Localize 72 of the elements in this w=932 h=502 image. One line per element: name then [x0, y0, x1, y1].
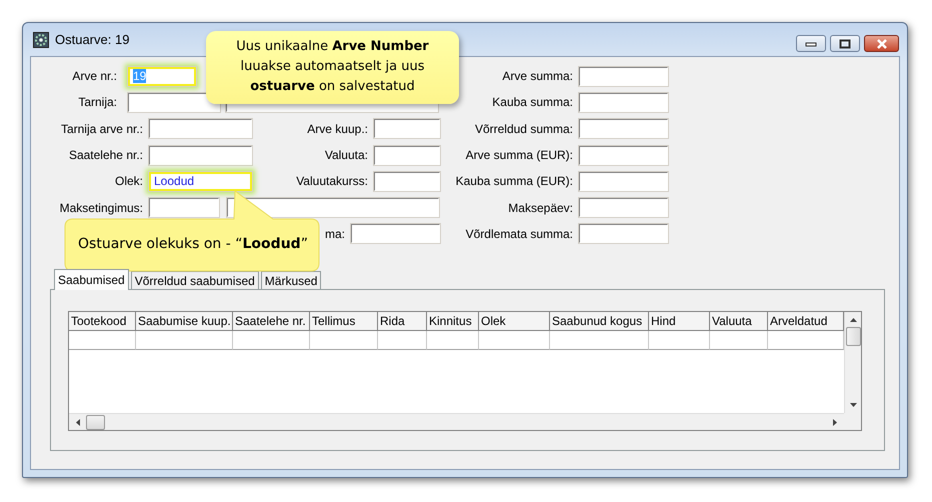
horizontal-scrollbar[interactable]: [69, 413, 844, 430]
column-header[interactable]: Kinnitus: [427, 312, 479, 332]
minimize-button[interactable]: [796, 35, 826, 52]
input-field[interactable]: [578, 66, 669, 87]
table-cell: [427, 331, 479, 350]
column-header[interactable]: Rida: [378, 312, 427, 332]
column-header[interactable]: Arveldatud: [768, 312, 844, 332]
field-label: Võrdlemata summa:: [464, 226, 573, 241]
input-field[interactable]: [148, 144, 253, 166]
field-label: Tarnija arve nr.:: [60, 122, 143, 136]
input-field[interactable]: [148, 197, 220, 218]
field-label: Maksetingimus:: [58, 200, 143, 215]
input-field[interactable]: [148, 118, 253, 140]
field-label: Valuutakurss:: [296, 174, 368, 188]
close-button[interactable]: [864, 35, 899, 52]
close-icon: [876, 38, 888, 48]
tab[interactable]: Võrreldud saabumised: [130, 271, 259, 290]
table-cell: [378, 331, 427, 350]
column-header[interactable]: Saabumise kuup.: [136, 312, 233, 332]
column-header[interactable]: Saabunud kogus: [550, 312, 649, 332]
input-field[interactable]: [373, 118, 441, 140]
scrollbar-thumb[interactable]: [86, 414, 105, 430]
field-label: Saatelehe nr.:: [68, 148, 143, 162]
left-arrow-icon[interactable]: [75, 418, 81, 427]
table-cell: [69, 331, 136, 350]
maximize-button[interactable]: [830, 35, 860, 52]
tab[interactable]: Märkused: [260, 271, 322, 290]
field-label: Võrreldud summa:: [474, 122, 573, 136]
maximize-icon: [839, 38, 851, 48]
table-cell: [710, 331, 768, 350]
input-field[interactable]: [373, 170, 441, 192]
field-label: Arve kuup.:: [307, 122, 368, 136]
right-arrow-icon[interactable]: [832, 418, 838, 427]
column-header[interactable]: Tellimus: [310, 312, 378, 332]
field-label: Olek:: [114, 174, 143, 188]
table-cell: [310, 331, 378, 350]
input-field[interactable]: [578, 170, 669, 192]
field-label: Kauba summa:: [491, 95, 573, 110]
column-header[interactable]: Hind: [649, 312, 710, 332]
field-label: Arve summa (EUR):: [464, 148, 573, 162]
minimize-icon: [805, 40, 817, 46]
input-field[interactable]: [578, 92, 669, 113]
field-label: Valuuta:: [324, 148, 368, 162]
window-title: Ostuarve: 19: [55, 32, 130, 47]
table-cell: [479, 331, 550, 350]
column-header[interactable]: Olek: [479, 312, 550, 332]
app-icon: [33, 32, 49, 48]
column-header[interactable]: Tootekood: [69, 312, 136, 332]
input-field[interactable]: [350, 223, 441, 244]
input-field[interactable]: Loodud: [148, 170, 253, 192]
field-label: Arve summa:: [501, 69, 573, 84]
field-label: Kauba summa (EUR):: [454, 174, 573, 188]
input-field[interactable]: [578, 197, 669, 218]
field-label: Arve nr.:: [71, 69, 117, 84]
tooltip-text: Ostuarve olekuks on - “Loodud”: [77, 236, 309, 252]
input-field[interactable]: [578, 223, 669, 244]
down-arrow-icon[interactable]: [848, 402, 858, 408]
tab[interactable]: Saabumised: [54, 269, 129, 290]
field-label: Tarnija:: [77, 95, 117, 110]
column-header[interactable]: Saatelehe nr.: [233, 312, 310, 332]
column-header[interactable]: Valuuta: [710, 312, 768, 332]
table-cell: [649, 331, 710, 350]
input-field[interactable]: [373, 144, 441, 166]
info-tooltip: Uus unikaalne Arve Number luuakse automaatselt ja uus ostuarve on salvestatud: [206, 31, 459, 104]
field-label: Maksepäev:: [507, 200, 573, 215]
vertical-scrollbar[interactable]: [844, 312, 861, 414]
scrollbar-thumb[interactable]: [846, 327, 860, 346]
field-label: ma:: [324, 226, 345, 241]
input-field[interactable]: [578, 144, 669, 166]
input-field[interactable]: [127, 92, 221, 113]
input-field[interactable]: [578, 118, 669, 140]
up-arrow-icon[interactable]: [848, 317, 858, 324]
